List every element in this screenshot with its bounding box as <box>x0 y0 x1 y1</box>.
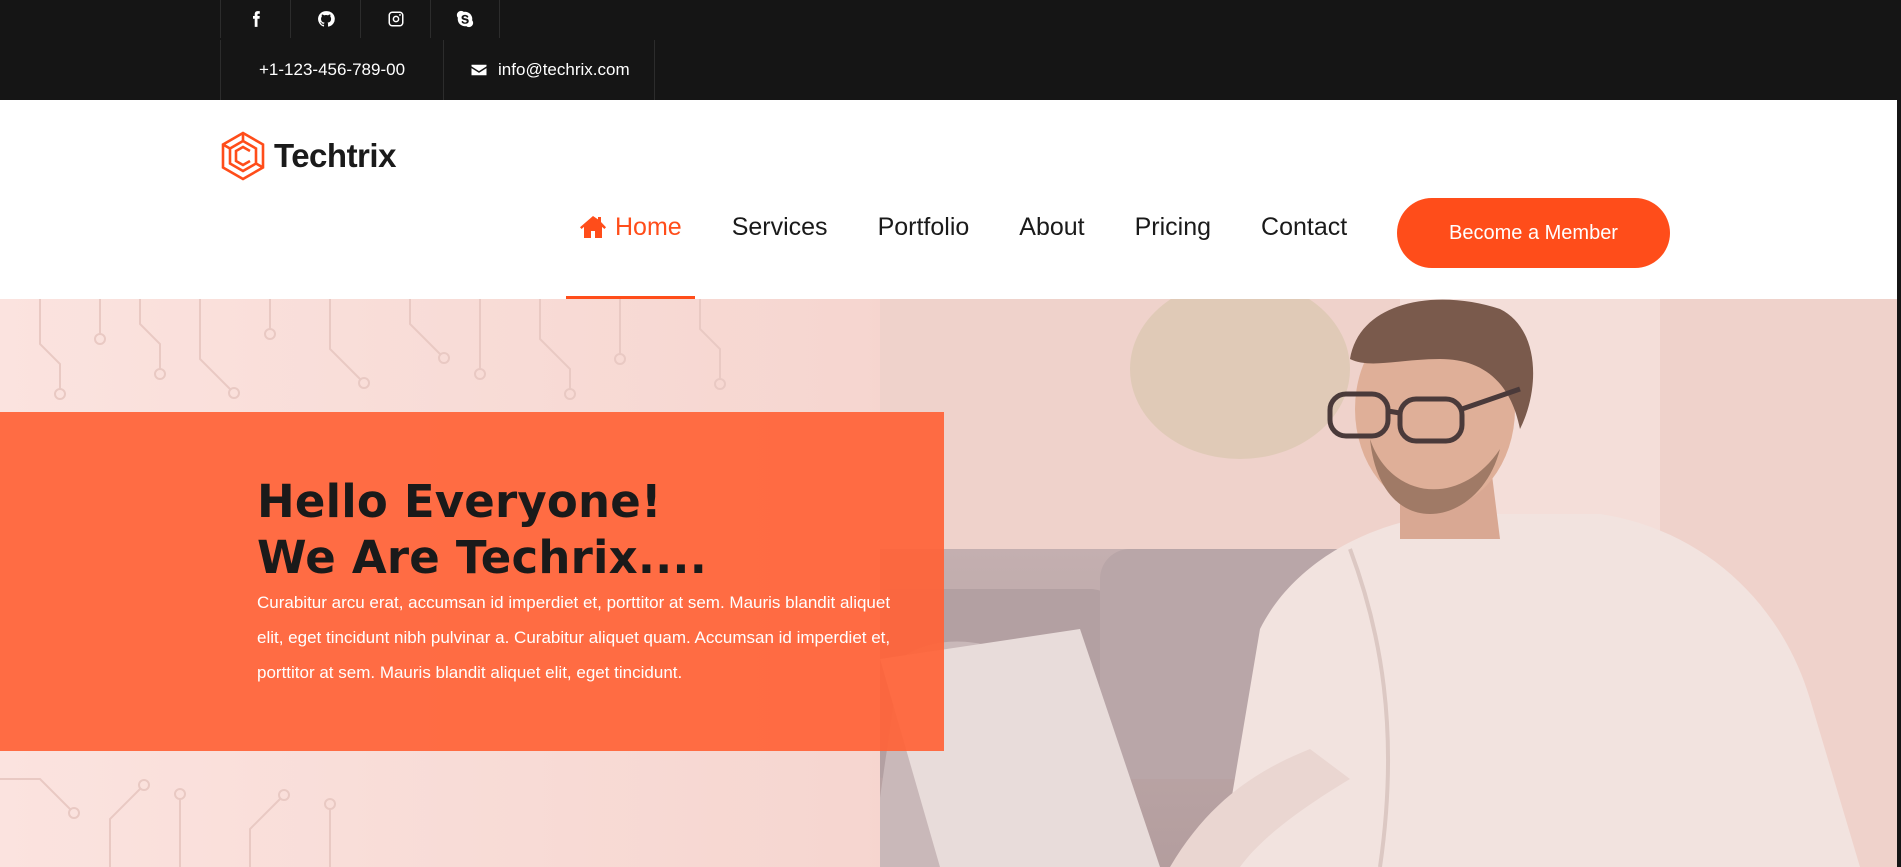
hero-section: Hello Everyone! We Are Techrix.... Curab… <box>0 299 1897 867</box>
site-header: Techtrix Home Services Portfolio About P… <box>0 100 1897 299</box>
hero-photo <box>880 299 1897 867</box>
nav-label-contact: Contact <box>1261 213 1348 241</box>
nav-label-services: Services <box>731 213 828 241</box>
main-nav: Home Services Portfolio About Pricing Co… <box>566 200 1384 299</box>
nav-item-contact[interactable]: Contact <box>1248 200 1360 299</box>
hero-title-line1: Hello Everyone! <box>257 475 662 528</box>
instagram-icon <box>388 11 403 27</box>
brand-name: Techtrix <box>274 137 396 174</box>
github-link[interactable] <box>290 0 360 38</box>
nav-item-portfolio[interactable]: Portfolio <box>865 200 983 299</box>
email-address: info@techrix.com <box>498 60 630 79</box>
contact-info: +1-123-456-789-00 info@techrix.com <box>220 40 655 100</box>
email-contact[interactable]: info@techrix.com <box>443 40 655 100</box>
nav-item-services[interactable]: Services <box>719 200 841 299</box>
brand-logo[interactable]: Techtrix <box>220 131 396 181</box>
nav-item-home[interactable]: Home <box>566 200 695 299</box>
facebook-icon <box>252 11 260 27</box>
window-edge <box>1897 0 1901 867</box>
nav-label-home: Home <box>615 213 682 241</box>
nav-label-pricing: Pricing <box>1134 213 1212 241</box>
instagram-link[interactable] <box>360 0 430 38</box>
hexagon-logo-icon <box>221 131 265 181</box>
top-bar: +1-123-456-789-00 info@techrix.com <box>0 0 1897 100</box>
phone-number: +1-123-456-789-00 <box>259 60 406 79</box>
home-icon <box>580 216 606 238</box>
skype-link[interactable] <box>430 0 500 38</box>
skype-icon <box>456 10 474 28</box>
nav-label-about: About <box>1019 213 1085 241</box>
social-links <box>220 0 500 38</box>
envelope-icon <box>471 64 487 76</box>
hero-description: Curabitur arcu erat, accumsan id imperdi… <box>257 593 891 682</box>
nav-item-pricing[interactable]: Pricing <box>1122 200 1224 299</box>
hero-title: Hello Everyone! We Are Techrix.... <box>257 474 707 586</box>
hero-title-line2: We Are Techrix.... <box>257 531 707 584</box>
github-icon <box>317 11 335 27</box>
nav-item-about[interactable]: About <box>1006 200 1097 299</box>
phone-contact[interactable]: +1-123-456-789-00 <box>220 40 443 100</box>
facebook-link[interactable] <box>220 0 290 38</box>
nav-label-portfolio: Portfolio <box>877 213 970 241</box>
become-member-button[interactable]: Become a Member <box>1397 198 1670 268</box>
